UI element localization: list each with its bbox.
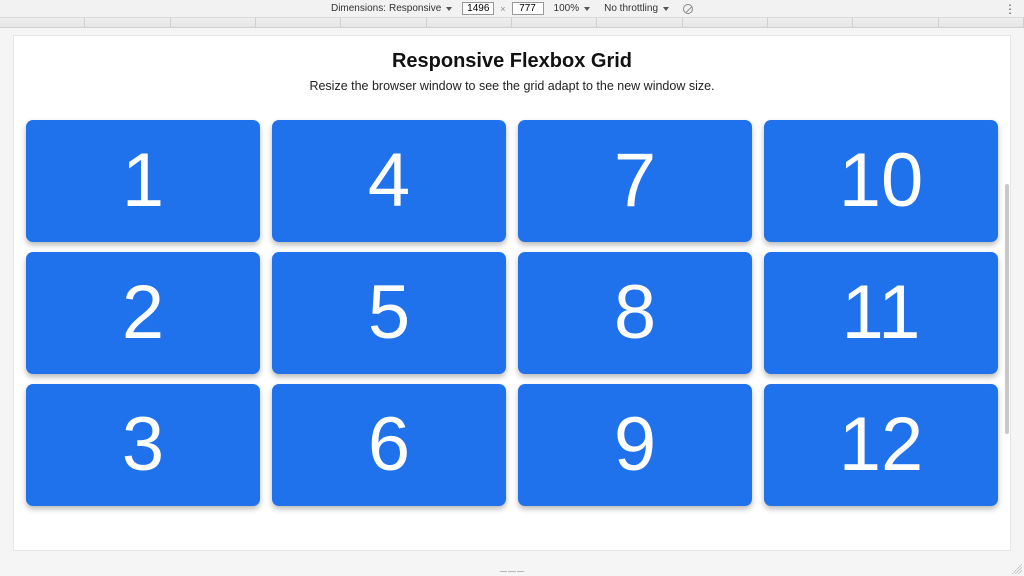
- zoom-dropdown[interactable]: 100%: [550, 3, 595, 14]
- rotate-button[interactable]: [679, 4, 697, 14]
- ruler-segment: [341, 18, 426, 27]
- grid-card: 7: [518, 120, 752, 242]
- dimension-separator: ×: [500, 4, 505, 14]
- rotate-icon: [683, 4, 693, 14]
- emulated-viewport: Responsive Flexbox Grid Resize the brows…: [14, 36, 1010, 550]
- device-preset-value: Responsive: [389, 3, 441, 14]
- grid-column: 1 2 3: [20, 115, 266, 511]
- ruler-segment: [427, 18, 512, 27]
- ruler-segment: [683, 18, 768, 27]
- ruler-segment: [85, 18, 170, 27]
- ruler-segment: [768, 18, 853, 27]
- viewport-width-input[interactable]: [462, 2, 494, 15]
- grid-card: 11: [764, 252, 998, 374]
- scrollbar-thumb[interactable]: [1005, 184, 1009, 434]
- ruler-segment: [597, 18, 682, 27]
- ruler-segment: [0, 18, 85, 27]
- grid-card: 9: [518, 384, 752, 506]
- dimensions-label: Dimensions:: [331, 3, 386, 14]
- page-subtitle: Resize the browser window to see the gri…: [14, 79, 1010, 93]
- chevron-down-icon: [584, 7, 590, 11]
- grid-card: 1: [26, 120, 260, 242]
- ruler-segment: [171, 18, 256, 27]
- grid-column: 7 8 9: [512, 115, 758, 511]
- grid-card: 6: [272, 384, 506, 506]
- grid-card: 10: [764, 120, 998, 242]
- throttling-value: No throttling: [604, 3, 658, 14]
- chevron-down-icon: [446, 7, 452, 11]
- viewport-height-input[interactable]: [512, 2, 544, 15]
- zoom-value: 100%: [554, 3, 580, 14]
- more-options-button[interactable]: ⋮: [1004, 2, 1016, 16]
- page-title: Responsive Flexbox Grid: [14, 50, 1010, 73]
- grid-card: 3: [26, 384, 260, 506]
- flexbox-grid: 1 2 3 4 5 6 7 8 9 10 11 12: [14, 115, 1010, 511]
- devtools-device-toolbar: Dimensions: Responsive × 100% No throttl…: [0, 0, 1024, 18]
- grid-column: 4 5 6: [266, 115, 512, 511]
- ruler-segment: [256, 18, 341, 27]
- grid-card: 2: [26, 252, 260, 374]
- device-viewport-zone: Responsive Flexbox Grid Resize the brows…: [0, 28, 1024, 576]
- ruler-segment: [939, 18, 1024, 27]
- grid-card: 8: [518, 252, 752, 374]
- grid-card: 5: [272, 252, 506, 374]
- ruler-segment: [512, 18, 597, 27]
- viewport-resize-handle-bottom[interactable]: [500, 570, 524, 574]
- grid-column: 10 11 12: [758, 115, 1004, 511]
- throttling-dropdown[interactable]: No throttling: [600, 3, 673, 14]
- grid-card: 4: [272, 120, 506, 242]
- chevron-down-icon: [663, 7, 669, 11]
- kebab-icon: ⋮: [1004, 2, 1016, 16]
- ruler-segment: [853, 18, 938, 27]
- page-body: Responsive Flexbox Grid Resize the brows…: [14, 36, 1010, 550]
- media-query-ruler[interactable]: [0, 18, 1024, 28]
- device-preset-dropdown[interactable]: Dimensions: Responsive: [327, 3, 456, 14]
- viewport-resize-handle-corner[interactable]: [1012, 564, 1022, 574]
- grid-card: 12: [764, 384, 998, 506]
